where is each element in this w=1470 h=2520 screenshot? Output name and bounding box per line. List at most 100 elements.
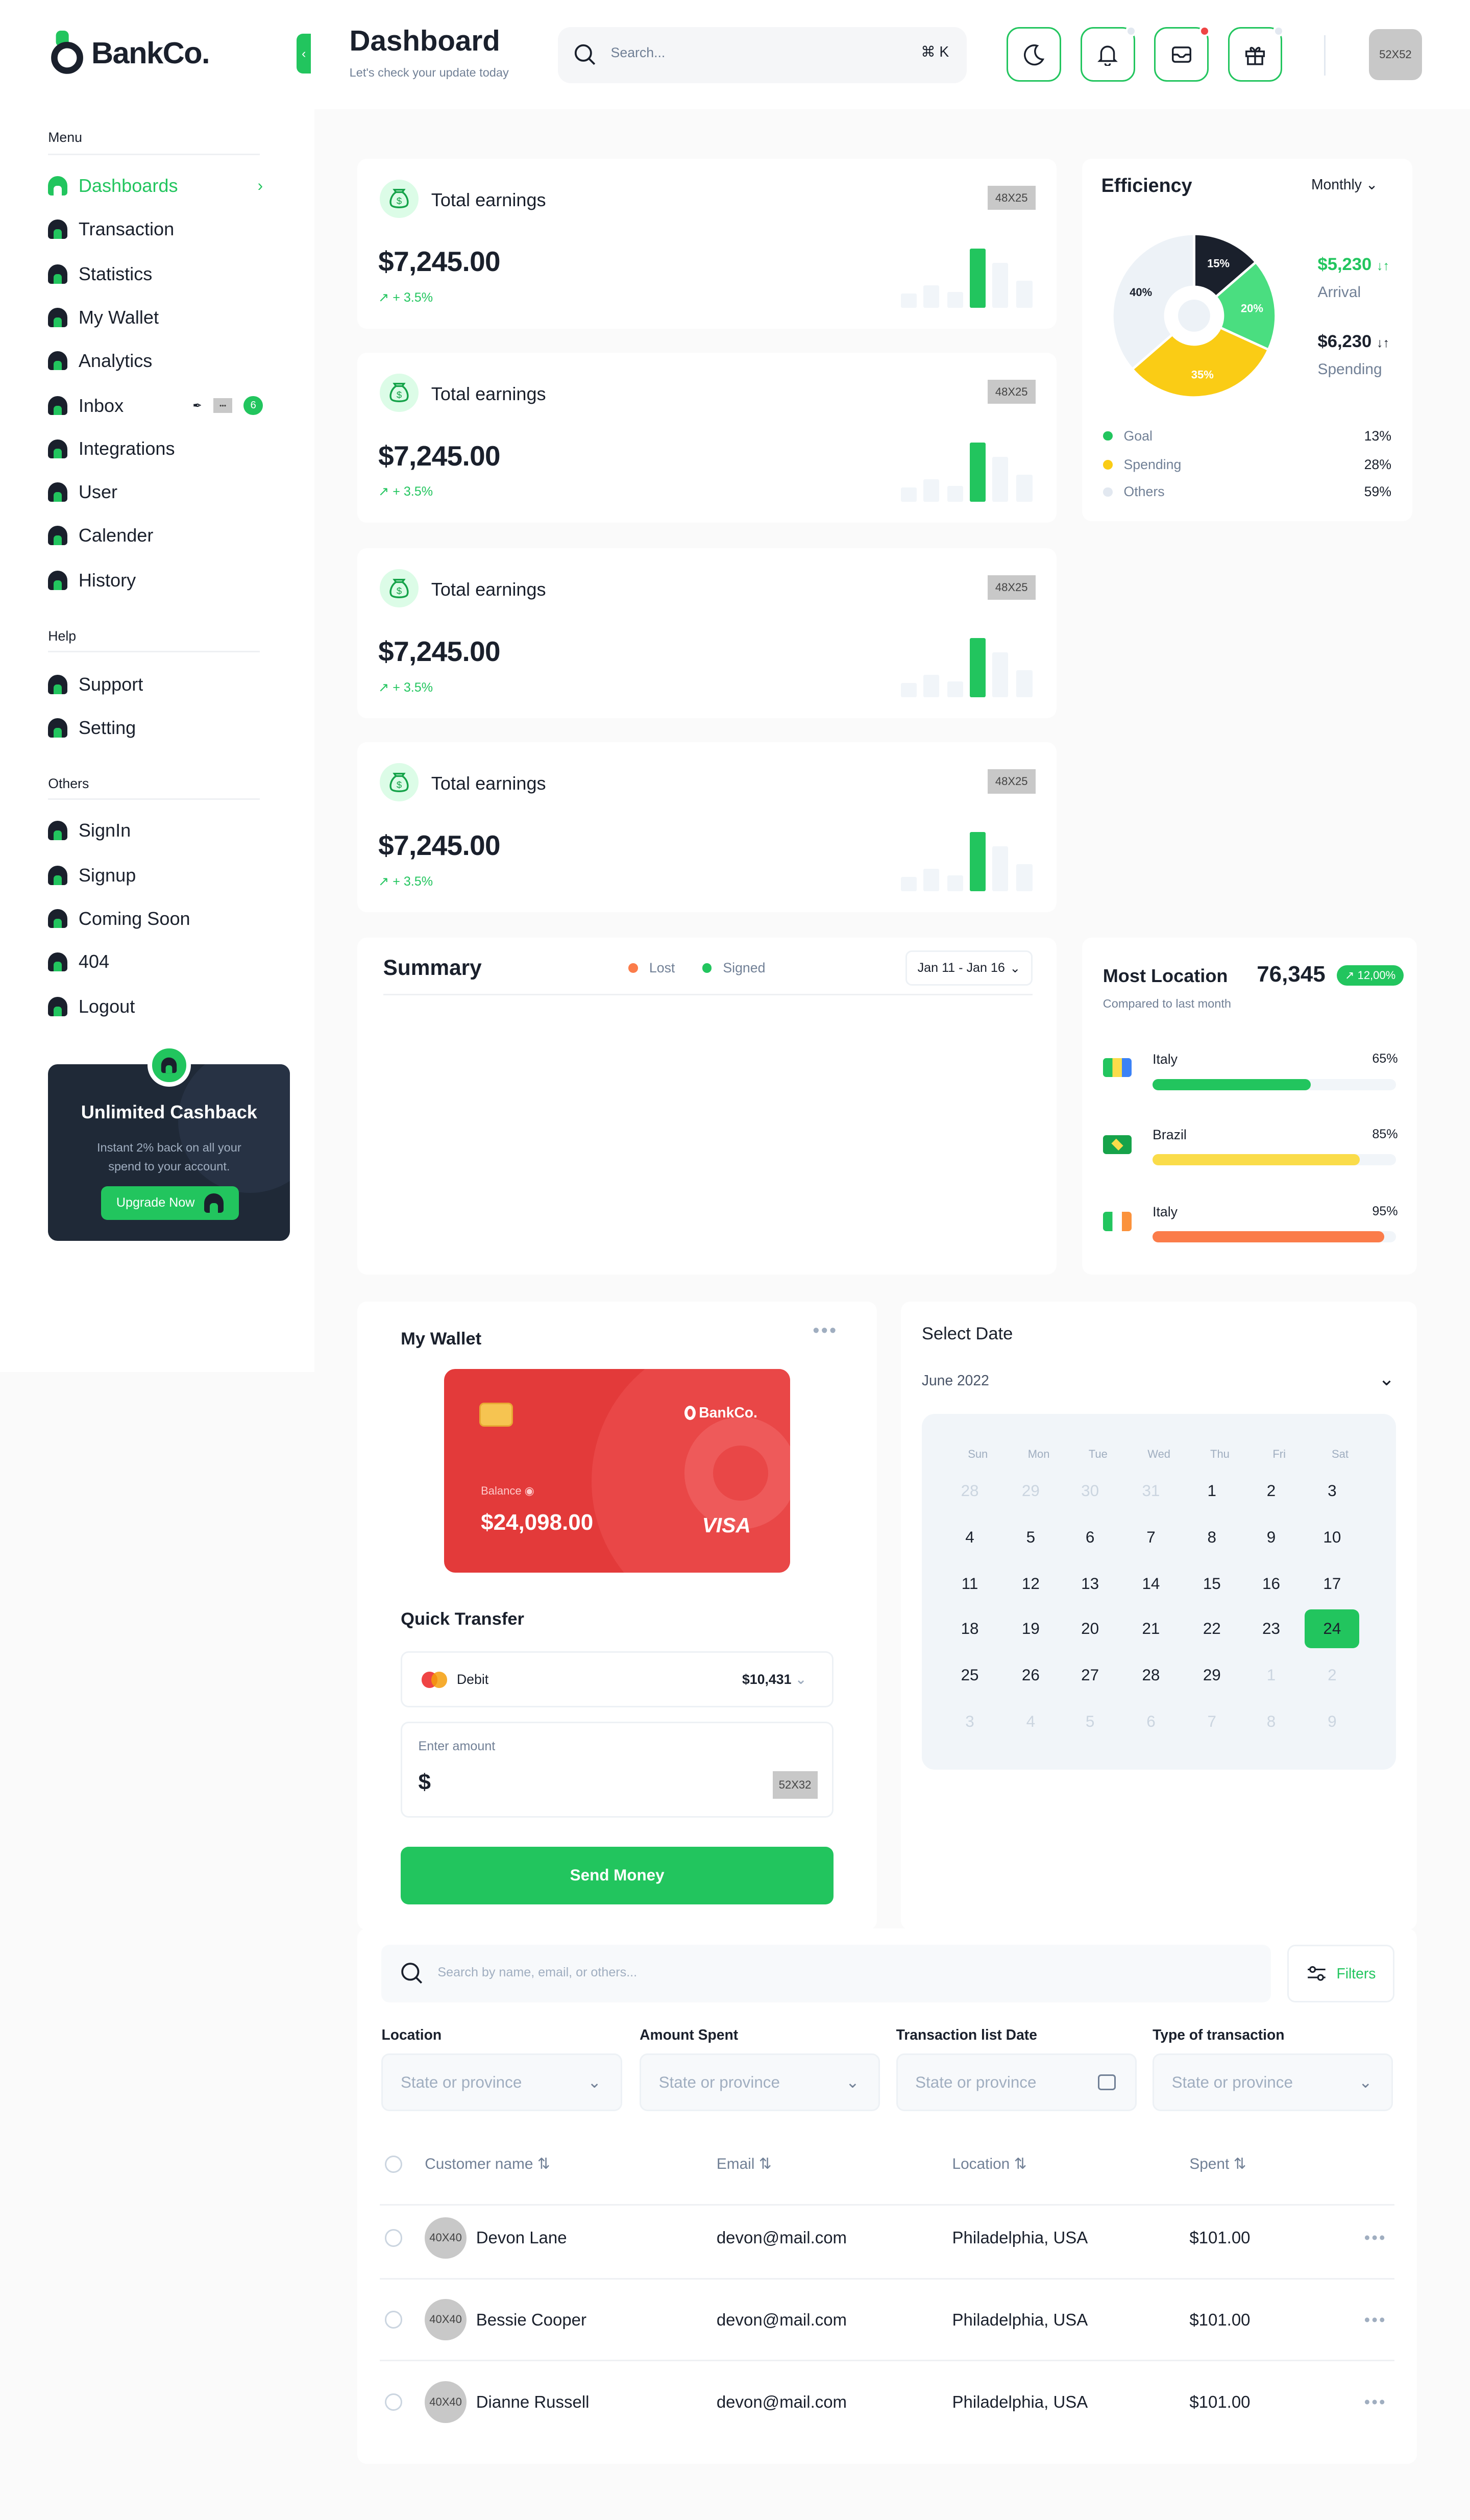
logo[interactable]: BankCo. bbox=[50, 30, 210, 76]
sidebar-item-transaction[interactable]: Transaction bbox=[48, 216, 174, 242]
column-header[interactable]: Location ⇅ bbox=[952, 2155, 1027, 2173]
calendar-day[interactable]: 9 bbox=[1305, 1702, 1359, 1741]
credit-card[interactable]: BankCo. Balance ◉ $24,098.00 VISA bbox=[444, 1369, 791, 1573]
sidebar-item-history[interactable]: History bbox=[48, 568, 136, 593]
calendar-day[interactable]: 28 bbox=[1124, 1656, 1179, 1694]
more-icon[interactable]: ••• bbox=[1364, 2228, 1387, 2247]
send-money-button[interactable]: Send Money bbox=[401, 1846, 834, 1905]
debit-select[interactable]: Debit $10,431 ⌄ bbox=[401, 1651, 834, 1707]
calendar-day[interactable]: 6 bbox=[1063, 1518, 1117, 1556]
calendar-day[interactable]: 7 bbox=[1185, 1702, 1239, 1741]
amount-input[interactable]: Enter amount $ 52X32 bbox=[401, 1722, 834, 1818]
row-checkbox[interactable] bbox=[384, 2311, 403, 2329]
column-header[interactable]: Customer name ⇅ bbox=[425, 2155, 550, 2173]
calendar-day[interactable]: 13 bbox=[1063, 1564, 1117, 1603]
amount-filter[interactable]: State or province ⌄ bbox=[640, 2053, 880, 2112]
pen-icon: ✒ bbox=[192, 399, 202, 412]
calendar-day[interactable]: 31 bbox=[1124, 1472, 1179, 1510]
calendar-day[interactable]: 26 bbox=[1003, 1656, 1058, 1694]
calendar-day[interactable]: 2 bbox=[1244, 1472, 1298, 1510]
month-select[interactable]: June 2022 ⌄ bbox=[922, 1368, 1394, 1389]
calendar-day[interactable]: 3 bbox=[943, 1702, 997, 1741]
row-checkbox[interactable] bbox=[384, 2393, 403, 2411]
calendar-day[interactable]: 9 bbox=[1244, 1518, 1298, 1556]
calendar-day[interactable]: 23 bbox=[1244, 1609, 1298, 1648]
date-filter[interactable]: State or province bbox=[896, 2053, 1137, 2112]
sidebar-item-calender[interactable]: Calender bbox=[48, 523, 153, 548]
gift-button[interactable] bbox=[1228, 26, 1284, 82]
calendar-day[interactable]: 17 bbox=[1305, 1564, 1359, 1603]
notifications-button[interactable] bbox=[1080, 26, 1137, 82]
calendar-day[interactable]: 7 bbox=[1124, 1518, 1179, 1556]
calendar-day[interactable]: 15 bbox=[1185, 1564, 1239, 1603]
calendar-day[interactable]: 4 bbox=[943, 1518, 997, 1556]
more-icon[interactable]: ••• bbox=[1364, 2310, 1387, 2330]
sidebar-item-setting[interactable]: Setting bbox=[48, 715, 136, 741]
calendar-day[interactable]: 21 bbox=[1124, 1609, 1179, 1648]
calendar-day[interactable]: 14 bbox=[1124, 1564, 1179, 1603]
calendar-day[interactable]: 3 bbox=[1305, 1472, 1359, 1510]
table-search[interactable]: Search by name, email, or others... bbox=[381, 1944, 1271, 2002]
calendar-day[interactable]: 4 bbox=[1003, 1702, 1058, 1741]
sidebar-item-inbox[interactable]: Inbox ✒ ••• 6 bbox=[48, 393, 263, 418]
calendar-day[interactable]: 12 bbox=[1003, 1564, 1058, 1603]
upgrade-icon bbox=[204, 1193, 224, 1213]
sidebar-item-my-wallet[interactable]: My Wallet bbox=[48, 305, 159, 330]
calendar-day[interactable]: 19 bbox=[1003, 1609, 1058, 1648]
sidebar-item-analytics[interactable]: Analytics bbox=[48, 348, 152, 374]
calendar-day[interactable]: 2 bbox=[1305, 1656, 1359, 1694]
calendar-day[interactable]: 29 bbox=[1185, 1656, 1239, 1694]
column-header[interactable]: Email ⇅ bbox=[717, 2155, 772, 2173]
calendar-day[interactable]: 5 bbox=[1003, 1518, 1058, 1556]
sidebar-item-coming-soon[interactable]: Coming Soon bbox=[48, 906, 190, 931]
calendar-day[interactable]: 11 bbox=[943, 1564, 997, 1603]
column-header[interactable]: Spent ⇅ bbox=[1189, 2155, 1246, 2173]
type-filter[interactable]: State or province ⌄ bbox=[1153, 2053, 1393, 2112]
more-icon[interactable]: ••• bbox=[813, 1319, 838, 1341]
calendar-day[interactable]: 1 bbox=[1244, 1656, 1298, 1694]
avatar[interactable]: 52X52 bbox=[1369, 29, 1422, 80]
efficiency-donut-chart: 15% 20% 35% 40% bbox=[1111, 233, 1278, 399]
sidebar-item-statistics[interactable]: Statistics bbox=[48, 261, 152, 287]
messages-button[interactable] bbox=[1154, 26, 1211, 82]
calendar-day[interactable]: 8 bbox=[1185, 1518, 1239, 1556]
period-dropdown[interactable]: Monthly ⌄ bbox=[1311, 176, 1378, 193]
calendar-day[interactable]: 28 bbox=[943, 1472, 997, 1510]
date-range-dropdown[interactable]: Jan 11 - Jan 16 ⌄ bbox=[905, 950, 1033, 986]
sidebar-item-integrations[interactable]: Integrations bbox=[48, 436, 175, 461]
table-row[interactable]: 40X40 Devon Lane devon@mail.com Philadel… bbox=[380, 2198, 1395, 2280]
calendar-day[interactable]: 8 bbox=[1244, 1702, 1298, 1741]
sidebar-item-404[interactable]: 404 bbox=[48, 949, 109, 974]
calendar-day-selected[interactable]: 24 bbox=[1305, 1609, 1360, 1648]
calendar-day[interactable]: 29 bbox=[1003, 1472, 1058, 1510]
filters-button[interactable]: Filters bbox=[1287, 1944, 1395, 2002]
row-checkbox[interactable] bbox=[384, 2229, 403, 2247]
calendar-day[interactable]: 5 bbox=[1063, 1702, 1117, 1741]
calendar-day[interactable]: 25 bbox=[943, 1656, 997, 1694]
dark-mode-button[interactable] bbox=[1007, 27, 1062, 82]
location-filter[interactable]: State or province ⌄ bbox=[381, 2053, 622, 2112]
more-icon[interactable]: ••• bbox=[1364, 2392, 1387, 2412]
calendar-day[interactable]: 18 bbox=[943, 1609, 997, 1648]
sidebar-item-support[interactable]: Support bbox=[48, 672, 143, 697]
sidebar-item-signin[interactable]: SignIn bbox=[48, 818, 131, 843]
search-input[interactable]: Search... bbox=[611, 45, 666, 61]
sidebar-item-signup[interactable]: Signup bbox=[48, 863, 136, 888]
calendar-day[interactable]: 16 bbox=[1244, 1564, 1298, 1603]
table-row[interactable]: 40X40 Dianne Russell devon@mail.com Phil… bbox=[380, 2361, 1394, 2443]
sidebar-collapse-button[interactable]: ‹ bbox=[297, 33, 311, 74]
upgrade-now-button[interactable]: Upgrade Now bbox=[101, 1186, 239, 1220]
calendar-day[interactable]: 22 bbox=[1185, 1609, 1239, 1648]
calendar-day[interactable]: 10 bbox=[1305, 1518, 1359, 1556]
sidebar-item-dashboards[interactable]: Dashboards › bbox=[48, 173, 263, 199]
sidebar-item-user[interactable]: User bbox=[48, 479, 117, 505]
search-bar[interactable]: Search... ⌘ K bbox=[557, 27, 967, 84]
calendar-day[interactable]: 20 bbox=[1063, 1609, 1117, 1648]
table-row[interactable]: 40X40 Bessie Cooper devon@mail.com Phila… bbox=[380, 2280, 1395, 2362]
calendar-day[interactable]: 6 bbox=[1124, 1702, 1179, 1741]
calendar-day[interactable]: 30 bbox=[1063, 1472, 1117, 1510]
select-all-checkbox[interactable] bbox=[384, 2155, 403, 2173]
sidebar-item-logout[interactable]: Logout bbox=[48, 994, 135, 1019]
calendar-day[interactable]: 1 bbox=[1185, 1472, 1239, 1510]
calendar-day[interactable]: 27 bbox=[1063, 1656, 1117, 1694]
